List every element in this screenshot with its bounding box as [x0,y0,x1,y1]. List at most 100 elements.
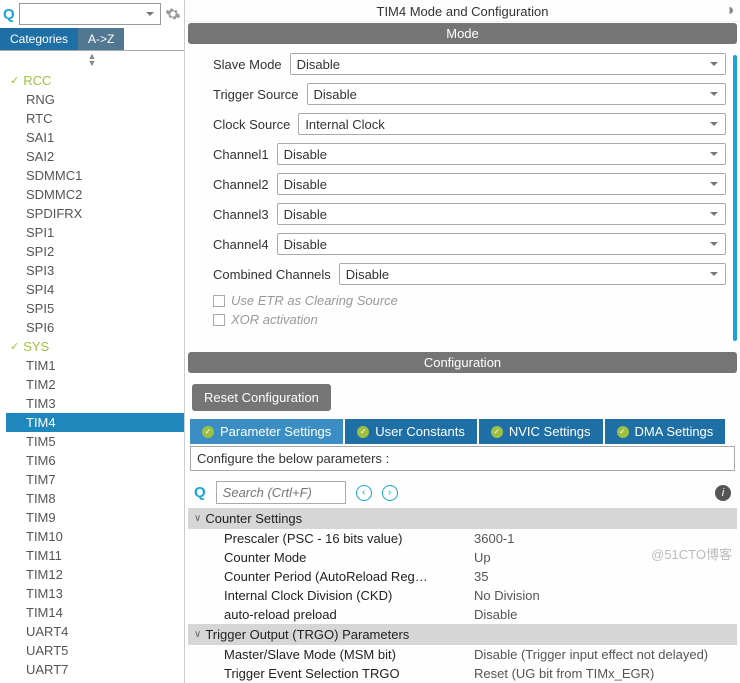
tree-item[interactable]: TIM13 [6,584,184,603]
field-label: Combined Channels [213,267,331,282]
peripheral-tree[interactable]: RCCRNGRTCSAI1SAI2SDMMC1SDMMC2SPDIFRXSPI1… [0,69,184,683]
field-combo[interactable]: Disable [277,233,726,255]
param-value: 3600-1 [474,531,514,546]
tree-item[interactable]: TIM8 [6,489,184,508]
mode-field: Trigger Source Disable [213,83,726,105]
config-subtab[interactable]: Parameter Settings [190,419,343,444]
check-icon [202,426,214,438]
mode-field: Clock SourceInternal Clock [213,113,726,135]
config-subtab[interactable]: NVIC Settings [479,419,603,444]
tree-item[interactable]: RTC [6,109,184,128]
right-panel: TIM4 Mode and Configuration ◗ Mode Slave… [185,0,740,683]
title-text: TIM4 Mode and Configuration [377,4,549,19]
search-combo[interactable] [19,3,161,25]
config-subtab[interactable]: DMA Settings [605,419,726,444]
mode-checkbox-row[interactable]: XOR activation [213,312,726,327]
info-icon[interactable]: i [715,485,731,501]
param-row[interactable]: Prescaler (PSC - 16 bits value)3600-1 [188,529,737,548]
mode-field: Channel4Disable [213,233,726,255]
param-value: Disable (Trigger input effect not delaye… [474,647,708,662]
tree-group[interactable]: RCC [6,71,184,90]
tree-item[interactable]: TIM6 [6,451,184,470]
tree-item[interactable]: SAI2 [6,147,184,166]
tree-item[interactable]: SDMMC2 [6,185,184,204]
field-label: Trigger Source [213,87,299,102]
tree-item[interactable]: SPI4 [6,280,184,299]
gear-icon[interactable] [165,6,181,22]
tree-item[interactable]: TIM10 [6,527,184,546]
param-value: No Division [474,588,540,603]
left-panel: Q Categories A->Z ▲▼ RCCRNGRTCSAI1SAI2SD… [0,0,185,683]
tree-item[interactable]: UART4 [6,622,184,641]
tree-item[interactable]: TIM5 [6,432,184,451]
tree-item[interactable]: SPDIFRX [6,204,184,223]
checkbox-icon[interactable] [213,295,225,307]
tree-item[interactable]: TIM1 [6,356,184,375]
param-list: Counter SettingsPrescaler (PSC - 16 bits… [188,508,737,683]
prev-icon[interactable]: ‹ [356,485,372,501]
param-group-header[interactable]: Trigger Output (TRGO) Parameters [188,624,737,645]
param-name: Trigger Event Selection TRGO [224,666,474,681]
field-combo[interactable]: Disable [277,173,726,195]
tree-item[interactable]: TIM14 [6,603,184,622]
param-name: Counter Period (AutoReload Reg… [224,569,474,584]
param-row[interactable]: Counter ModeUp [188,548,737,567]
param-row[interactable]: Trigger Event Selection TRGOReset (UG bi… [188,664,737,683]
tree-item[interactable]: UART7 [6,660,184,679]
tree-item[interactable]: TIM4 [6,413,184,432]
mode-checkbox-row[interactable]: Use ETR as Clearing Source [213,293,726,308]
subtab-label: NVIC Settings [509,424,591,439]
tree-item[interactable]: SPI6 [6,318,184,337]
subtab-label: Parameter Settings [220,424,331,439]
tree-item[interactable]: SAI1 [6,128,184,147]
category-tabs: Categories A->Z [0,28,184,51]
param-row[interactable]: Master/Slave Mode (MSM bit)Disable (Trig… [188,645,737,664]
search-icon: Q [194,484,206,501]
param-search-input[interactable] [216,481,346,504]
reset-button[interactable]: Reset Configuration [192,384,331,411]
field-combo[interactable]: Internal Clock [298,113,726,135]
field-combo[interactable]: Disable [290,53,726,75]
tab-categories[interactable]: Categories [0,28,78,50]
dock-icon[interactable]: ◗ [726,2,736,20]
param-row[interactable]: Internal Clock Division (CKD)No Division [188,586,737,605]
mode-field: Combined Channels Disable [213,263,726,285]
checkbox-icon[interactable] [213,314,225,326]
tree-item[interactable]: RNG [6,90,184,109]
param-name: Prescaler (PSC - 16 bits value) [224,531,474,546]
param-group-header[interactable]: Counter Settings [188,508,737,529]
check-icon [491,426,503,438]
field-label: Slave Mode [213,57,282,72]
tree-item[interactable]: TIM11 [6,546,184,565]
param-value: Reset (UG bit from TIMx_EGR) [474,666,654,681]
field-combo[interactable]: Disable [277,143,726,165]
param-name: Counter Mode [224,550,474,565]
tree-item[interactable]: UART8 [6,679,184,683]
field-combo[interactable]: Disable [277,203,726,225]
field-combo[interactable]: Disable [307,83,727,105]
tree-item[interactable]: SPI1 [6,223,184,242]
config-subtab[interactable]: User Constants [345,419,477,444]
tree-item[interactable]: TIM12 [6,565,184,584]
field-combo[interactable]: Disable [339,263,726,285]
tree-item[interactable]: TIM9 [6,508,184,527]
tab-az[interactable]: A->Z [78,28,124,50]
tree-item[interactable]: SPI3 [6,261,184,280]
tree-item[interactable]: TIM2 [6,375,184,394]
tree-item[interactable]: SPI2 [6,242,184,261]
expand-collapse-icon[interactable]: ▲▼ [0,51,184,69]
mode-field: Channel3Disable [213,203,726,225]
tree-item[interactable]: TIM3 [6,394,184,413]
next-icon[interactable]: › [382,485,398,501]
page-title: TIM4 Mode and Configuration ◗ [185,0,740,22]
tree-item[interactable]: TIM7 [6,470,184,489]
tree-item[interactable]: SPI5 [6,299,184,318]
tree-group[interactable]: SYS [6,337,184,356]
param-row[interactable]: auto-reload preloadDisable [188,605,737,624]
tree-item[interactable]: UART5 [6,641,184,660]
tree-item[interactable]: SDMMC1 [6,166,184,185]
checkbox-label: Use ETR as Clearing Source [231,293,398,308]
mode-field: Channel2Disable [213,173,726,195]
param-name: Master/Slave Mode (MSM bit) [224,647,474,662]
param-row[interactable]: Counter Period (AutoReload Reg…35 [188,567,737,586]
